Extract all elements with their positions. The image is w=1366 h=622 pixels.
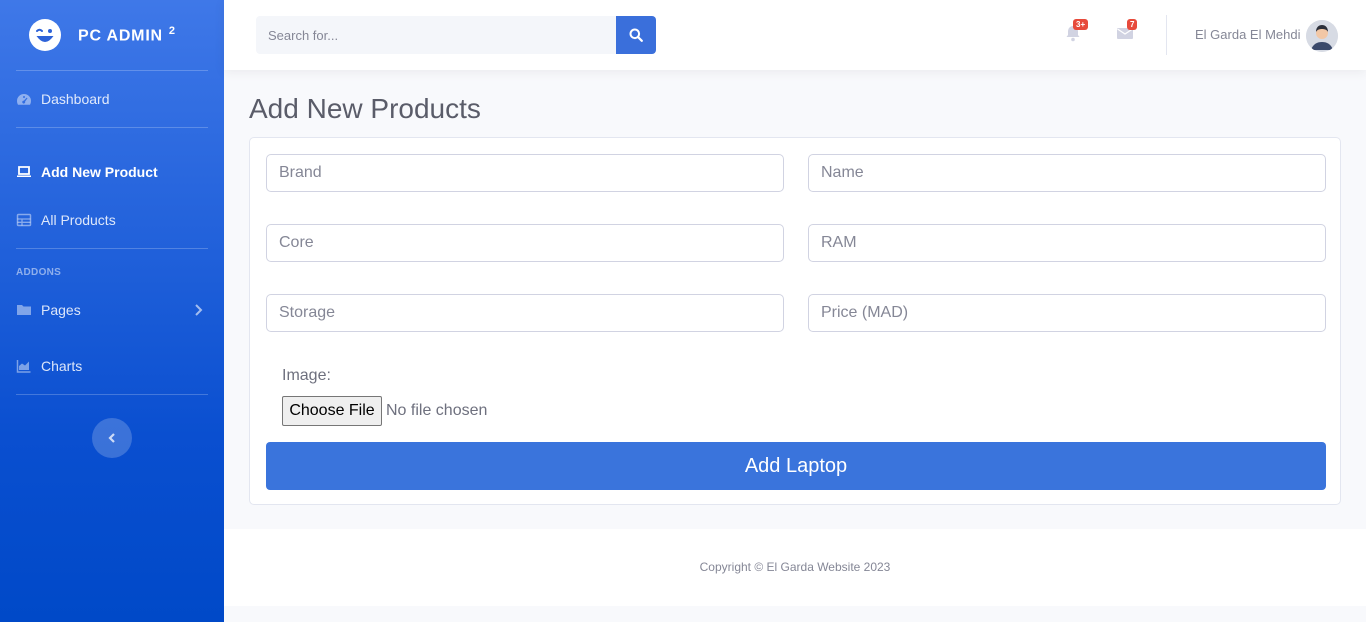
choose-file-button[interactable]: Choose File	[282, 396, 382, 426]
sidebar-divider	[16, 394, 208, 395]
sidebar-item-label: Add New Product	[41, 164, 158, 180]
search-input[interactable]	[256, 16, 616, 54]
chevron-left-icon	[108, 433, 115, 443]
chart-area-icon	[16, 360, 31, 373]
add-laptop-button[interactable]: Add Laptop	[266, 442, 1326, 490]
page-title: Add New Products	[249, 93, 481, 124]
image-label: Image:	[282, 367, 331, 384]
sidebar-item-label: Charts	[41, 358, 83, 374]
sidebar-item-label: Pages	[41, 302, 81, 318]
sidebar-heading: ADDONS	[16, 267, 62, 278]
sidebar-item-all-products[interactable]: All Products	[0, 208, 224, 232]
laptop-icon	[17, 166, 31, 177]
search-button[interactable]	[616, 16, 656, 54]
copyright: Copyright © El Garda Website 2023	[699, 560, 891, 574]
user-avatar-icon	[1306, 20, 1338, 52]
alerts-badge: 3+	[1073, 19, 1089, 30]
price-field[interactable]	[808, 294, 1326, 332]
laugh-wink-icon	[29, 19, 61, 51]
brand-name: PC ADMIN 2	[78, 24, 176, 45]
alerts-dropdown[interactable]: 3+	[1064, 19, 1089, 44]
table-icon	[16, 213, 32, 227]
add-product-form: Image: Choose File No file chosen Add La…	[249, 137, 1341, 505]
sidebar-divider	[16, 248, 208, 249]
name-field[interactable]	[808, 154, 1326, 192]
sidebar-item-charts[interactable]: Charts	[0, 338, 224, 394]
ram-field[interactable]	[808, 224, 1326, 262]
messages-dropdown[interactable]: 7	[1116, 19, 1138, 44]
sidebar-item-label: Dashboard	[41, 91, 110, 107]
search-bar	[256, 16, 656, 54]
topbar: 3+ 7 El Garda El Mehdi	[224, 0, 1366, 70]
user-name[interactable]: El Garda El Mehdi	[1195, 27, 1301, 42]
file-status: No file chosen	[386, 402, 488, 419]
core-field[interactable]	[266, 224, 784, 262]
brand[interactable]: PC ADMIN 2	[0, 0, 224, 70]
footer: Copyright © El Garda Website 2023	[224, 529, 1366, 606]
sidebar-item-dashboard[interactable]: Dashboard	[0, 71, 224, 127]
sidebar-item-label: All Products	[41, 212, 116, 228]
avatar[interactable]	[1306, 20, 1338, 52]
sidebar-toggle-button[interactable]	[92, 418, 132, 458]
sidebar-item-pages[interactable]: Pages	[0, 282, 224, 338]
messages-badge: 7	[1127, 19, 1138, 30]
search-icon	[629, 28, 643, 42]
brand-field[interactable]	[266, 154, 784, 192]
tachometer-icon	[17, 94, 32, 105]
sidebar-item-add-new-product[interactable]: Add New Product	[0, 128, 224, 216]
topbar-divider	[1166, 15, 1167, 55]
chevron-right-icon	[195, 304, 203, 316]
storage-field[interactable]	[266, 294, 784, 332]
sidebar: PC ADMIN 2 Dashboard Add New Product All …	[0, 0, 224, 622]
folder-icon	[17, 305, 31, 315]
